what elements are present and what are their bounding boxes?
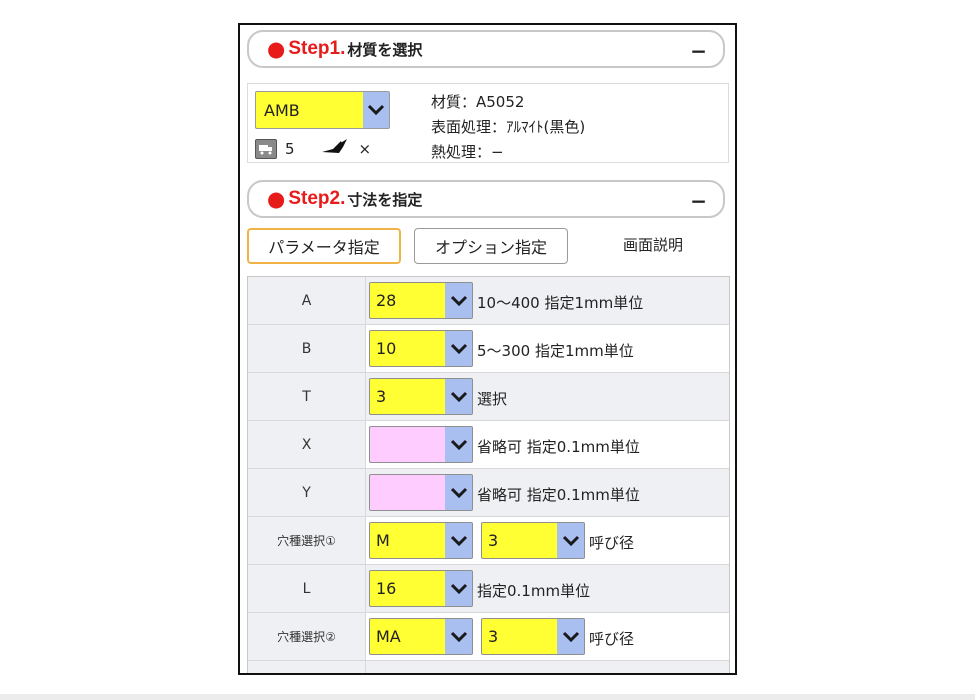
bottom-strip (0, 694, 975, 700)
param-note: 呼び径 (589, 630, 635, 648)
parameter-mode-button[interactable]: パラメータ指定 (247, 228, 401, 264)
bird-mark: × (358, 140, 372, 158)
param-label: B (248, 325, 366, 372)
step2-header[interactable]: ● Step2. 寸法を指定 − (247, 180, 725, 218)
param-value: MA (376, 627, 401, 646)
step2-collapse-button[interactable]: − (690, 189, 707, 213)
hole2-size-select[interactable]: 3 (481, 618, 585, 655)
param-label: L (248, 565, 366, 612)
param-row-hole1: 穴種選択① M 3 呼び径 (248, 517, 729, 565)
param-row-a: A 28 10～400 指定1mm単位 (248, 277, 729, 325)
chevron-down-icon[interactable] (445, 619, 472, 654)
param-b-select[interactable]: 10 (369, 330, 473, 367)
hole2-type-select[interactable]: MA (369, 618, 473, 655)
param-row-b: B 10 5～300 指定1mm単位 (248, 325, 729, 373)
param-note: 10～400 指定1mm単位 (477, 294, 644, 312)
param-row-l: L 16 指定0.1mm単位 (248, 565, 729, 613)
chevron-down-icon[interactable] (445, 283, 472, 318)
param-row-t: T 3 選択 (248, 373, 729, 421)
param-note: 省略可 指定0.1mm単位 (477, 486, 640, 504)
chevron-down-icon[interactable] (445, 379, 472, 414)
param-y-select[interactable] (369, 474, 473, 511)
hole1-size-select[interactable]: 3 (481, 522, 585, 559)
param-label: 穴種選択① (248, 517, 366, 564)
step1-collapse-button[interactable]: − (690, 39, 707, 63)
spec-material: 材質：A5052 (431, 93, 525, 111)
param-l-select[interactable]: 16 (369, 570, 473, 607)
material-select-value: AMB (264, 101, 300, 120)
param-note: 省略可 指定0.1mm単位 (477, 438, 640, 456)
param-row-hole2: 穴種選択② MA 3 呼び径 (248, 613, 729, 661)
param-label: A (248, 277, 366, 324)
param-value: 10 (376, 339, 397, 358)
step1-header[interactable]: ● Step1. 材質を選択 − (247, 30, 725, 68)
ship-days: 5 (285, 140, 295, 158)
param-x-select[interactable] (369, 426, 473, 463)
chevron-down-icon[interactable] (445, 571, 472, 606)
param-value: 3 (488, 531, 499, 550)
step-bullet-icon: ● (267, 186, 286, 211)
param-label: X (248, 421, 366, 468)
material-select[interactable]: AMB (255, 91, 390, 129)
step-bullet-icon: ● (267, 36, 286, 61)
material-spec: 材質：A5052 表面処理：ｱﾙﾏｲﾄ(黒色) 熱処理：− (431, 90, 585, 165)
step1-title: 材質を選択 (347, 40, 423, 59)
param-label: T (248, 373, 366, 420)
param-value: 28 (376, 291, 397, 310)
hole1-type-select[interactable]: M (369, 522, 473, 559)
param-row-y: Y 省略可 指定0.1mm単位 (248, 469, 729, 517)
param-row-x: X 省略可 指定0.1mm単位 (248, 421, 729, 469)
param-note: 呼び径 (589, 534, 635, 552)
param-value: M (376, 531, 390, 550)
step2-title: 寸法を指定 (347, 190, 423, 209)
step2-number: Step2. (288, 188, 346, 209)
param-note: 選択 (477, 390, 508, 408)
param-row-partial (248, 661, 729, 673)
chevron-down-icon[interactable] (445, 475, 472, 510)
step1-number: Step1. (288, 38, 346, 59)
param-t-select[interactable]: 3 (369, 378, 473, 415)
screen-help-link[interactable]: 画面説明 (623, 234, 683, 255)
product-config-panel: ● Step1. 材質を選択 − AMB 5 × 材質：A5052 表面処理：ｱ… (238, 23, 737, 675)
chevron-down-icon[interactable] (445, 427, 472, 462)
param-note: 指定0.1mm単位 (477, 582, 591, 600)
param-label: 穴種選択② (248, 613, 366, 660)
param-value: 3 (376, 387, 387, 406)
material-box: AMB 5 × 材質：A5052 表面処理：ｱﾙﾏｲﾄ(黒色) 熱処理：− (247, 83, 729, 163)
chevron-down-icon[interactable] (445, 523, 472, 558)
param-label (248, 661, 366, 673)
parameter-table: A 28 10～400 指定1mm単位 B 10 5～300 指定1mm単位 T (247, 276, 730, 673)
chevron-down-icon[interactable] (557, 619, 584, 654)
param-note: 5～300 指定1mm単位 (477, 342, 634, 360)
option-mode-button[interactable]: オプション指定 (414, 228, 568, 264)
param-value: 3 (488, 627, 499, 646)
chevron-down-icon[interactable] (363, 92, 389, 128)
chevron-down-icon[interactable] (557, 523, 584, 558)
shipping-row: 5 × (255, 139, 371, 159)
param-label: Y (248, 469, 366, 516)
chevron-down-icon[interactable] (445, 331, 472, 366)
bird-icon (321, 139, 351, 159)
truck-icon (255, 139, 277, 159)
param-a-select[interactable]: 28 (369, 282, 473, 319)
spec-surface: 表面処理：ｱﾙﾏｲﾄ(黒色) (431, 118, 586, 136)
param-value: 16 (376, 579, 397, 598)
spec-heat: 熱処理：− (431, 143, 504, 161)
